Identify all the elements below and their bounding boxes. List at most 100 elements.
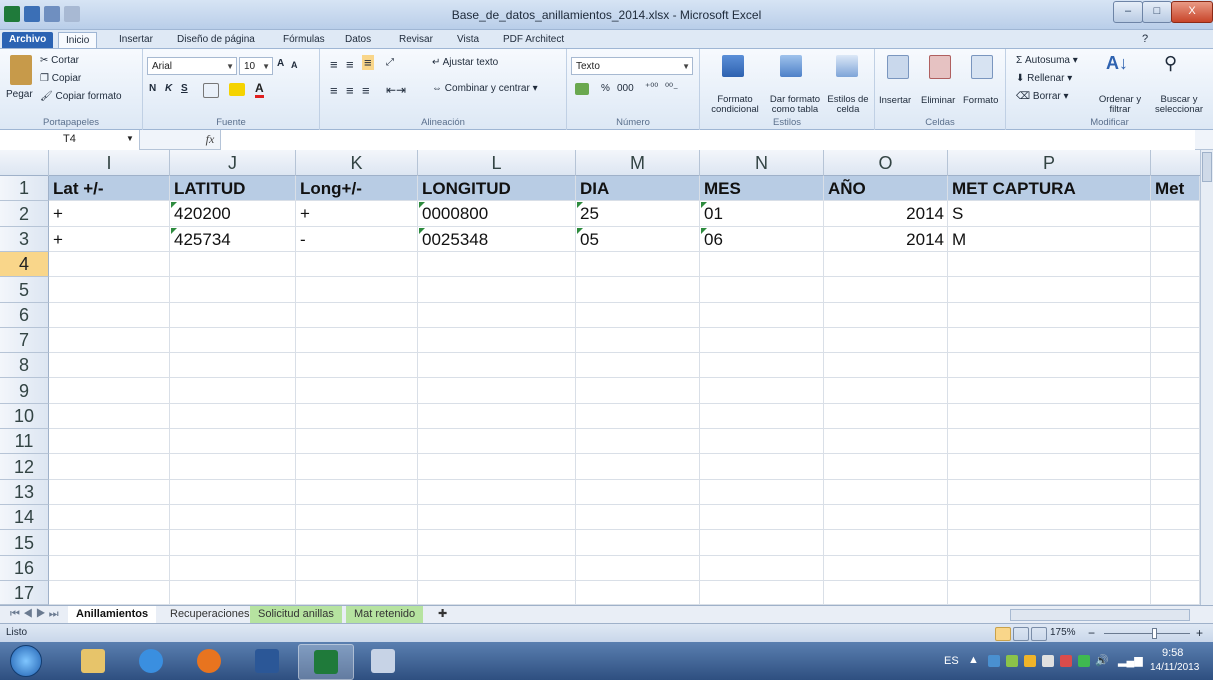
cell[interactable] [824, 454, 948, 480]
cell[interactable]: 05 [576, 227, 700, 252]
zoom-in-button[interactable]: + [1196, 626, 1203, 640]
cell[interactable] [170, 353, 296, 378]
cell[interactable] [824, 277, 948, 303]
cell[interactable] [1151, 530, 1200, 556]
cell[interactable] [418, 378, 576, 404]
cell-styles-icon[interactable] [836, 55, 858, 77]
header-cell[interactable]: MET CAPTURA [948, 176, 1151, 201]
fill-button[interactable]: ⬇ Rellenar ▾ [1016, 73, 1072, 84]
start-button[interactable] [10, 645, 42, 677]
cell[interactable] [418, 556, 576, 581]
cell[interactable] [576, 353, 700, 378]
ribbon-help-icon[interactable]: ? [1135, 32, 1155, 48]
row-header[interactable]: 15 [0, 530, 49, 556]
header-cell[interactable]: MES [700, 176, 824, 201]
cell[interactable] [824, 480, 948, 505]
font-size-select[interactable]: 10 ▼ [239, 57, 273, 75]
cell[interactable]: 2014 [824, 227, 948, 252]
cell[interactable] [170, 328, 296, 353]
cell[interactable] [170, 252, 296, 277]
page-break-icon[interactable] [1031, 627, 1047, 641]
bold-button[interactable]: N [149, 83, 156, 94]
cell[interactable] [824, 328, 948, 353]
column-header[interactable]: K [296, 150, 418, 176]
row-header[interactable]: 3 [0, 227, 49, 252]
column-header[interactable]: M [576, 150, 700, 176]
cell[interactable] [49, 252, 170, 277]
row-header[interactable]: 7 [0, 328, 49, 353]
cell[interactable] [1151, 480, 1200, 505]
cell[interactable] [296, 252, 418, 277]
cell[interactable] [700, 581, 824, 605]
cell[interactable] [170, 530, 296, 556]
orientation-icon[interactable]: ⤢ [386, 57, 394, 68]
zoom-out-button[interactable]: − [1088, 626, 1095, 640]
cell[interactable]: M [948, 227, 1151, 252]
cell[interactable] [824, 530, 948, 556]
cell[interactable] [948, 480, 1151, 505]
cell[interactable] [576, 303, 700, 328]
cell[interactable] [824, 429, 948, 454]
column-header-partial[interactable] [1151, 150, 1200, 176]
row-header[interactable]: 6 [0, 303, 49, 328]
new-sheet-icon[interactable]: ✚ [430, 606, 455, 623]
cell[interactable] [948, 277, 1151, 303]
cell[interactable] [700, 556, 824, 581]
column-header[interactable]: J [170, 150, 296, 176]
cell[interactable] [170, 454, 296, 480]
wrap-text-button[interactable]: ↵ Ajustar texto [432, 57, 498, 68]
row-header[interactable]: 8 [0, 353, 49, 378]
autosum-button[interactable]: Σ Autosuma ▾ [1016, 55, 1078, 66]
align-center-icon[interactable]: ≡ [346, 83, 354, 98]
cell[interactable] [49, 303, 170, 328]
row-header[interactable]: 11 [0, 429, 49, 454]
cell[interactable] [418, 581, 576, 605]
copy-button[interactable]: ❐ Copiar [40, 73, 81, 84]
cell[interactable] [418, 252, 576, 277]
cell[interactable] [824, 404, 948, 429]
cell[interactable] [1151, 252, 1200, 277]
taskbar-word[interactable] [240, 644, 294, 678]
tab-formulas[interactable]: Fórmulas [276, 32, 332, 48]
cell[interactable] [170, 480, 296, 505]
cell[interactable] [296, 404, 418, 429]
cell[interactable] [1151, 227, 1200, 252]
fill-color-icon[interactable] [229, 83, 245, 96]
header-cell[interactable]: LONGITUD [418, 176, 576, 201]
cell[interactable] [824, 505, 948, 530]
column-header[interactable]: L [418, 150, 576, 176]
zoom-slider[interactable] [1104, 633, 1190, 634]
italic-button[interactable]: K [165, 83, 172, 94]
row-header[interactable]: 13 [0, 480, 49, 505]
cell[interactable] [700, 404, 824, 429]
tray-icon[interactable] [988, 655, 1000, 667]
cell[interactable] [1151, 353, 1200, 378]
minimize-button[interactable]: – [1113, 1, 1143, 23]
cell[interactable] [49, 581, 170, 605]
cell[interactable] [824, 353, 948, 378]
cell[interactable] [418, 404, 576, 429]
cell[interactable] [700, 378, 824, 404]
cell[interactable] [296, 454, 418, 480]
tab-vista[interactable]: Vista [450, 32, 486, 48]
tab-datos[interactable]: Datos [338, 32, 378, 48]
cell[interactable] [418, 505, 576, 530]
cell[interactable] [1151, 303, 1200, 328]
cell[interactable] [49, 454, 170, 480]
cell[interactable] [296, 530, 418, 556]
cell[interactable] [418, 277, 576, 303]
cell[interactable] [1151, 581, 1200, 605]
row-header[interactable]: 2 [0, 201, 49, 227]
cell[interactable] [296, 581, 418, 605]
format-button[interactable]: Formato [963, 95, 998, 106]
font-name-select[interactable]: Arial ▼ [147, 57, 237, 75]
cell[interactable] [49, 480, 170, 505]
cell[interactable] [49, 404, 170, 429]
cell[interactable] [700, 353, 824, 378]
cell[interactable] [576, 252, 700, 277]
cell[interactable] [948, 303, 1151, 328]
clock-time[interactable]: 9:58 [1162, 647, 1183, 659]
tab-pdf-architect[interactable]: PDF Architect [496, 32, 571, 48]
language-indicator[interactable]: ES [944, 655, 959, 667]
number-format-select[interactable]: Texto ▼ [571, 57, 693, 75]
